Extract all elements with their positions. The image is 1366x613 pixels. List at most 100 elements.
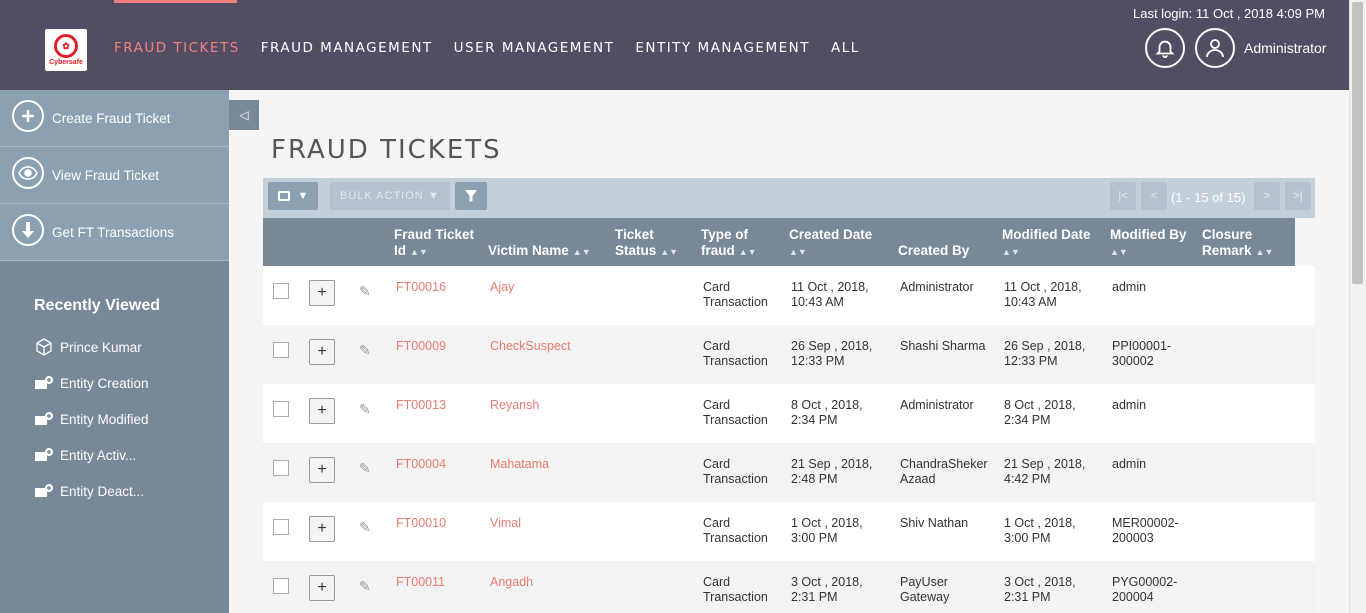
nav-entity-management[interactable]: ENTITY MANAGEMENT bbox=[635, 40, 810, 58]
sort-icon: ▲▼ bbox=[410, 247, 428, 257]
col-header-type-of-fraud[interactable]: Type of fraud ▲▼ bbox=[701, 227, 757, 260]
expand-row-button[interactable]: + bbox=[309, 457, 335, 483]
type-of-fraud: Card Transaction bbox=[703, 339, 768, 368]
user-avatar-icon[interactable] bbox=[1195, 28, 1235, 68]
fraud-ticket-id-link[interactable]: FT00013 bbox=[396, 398, 446, 413]
col-header-created-date[interactable]: Created Date ▲▼ bbox=[789, 227, 872, 260]
created-date: 21 Sep , 2018, 2:48 PM bbox=[791, 457, 873, 486]
scrollbar-thumb[interactable] bbox=[1352, 2, 1363, 284]
pencil-edit-icon[interactable]: ✎ bbox=[359, 460, 375, 476]
nav-user-management[interactable]: USER MANAGEMENT bbox=[454, 40, 615, 58]
modified-by: admin bbox=[1112, 398, 1147, 412]
create-fraud-ticket-button[interactable]: Create Fraud Ticket bbox=[0, 90, 229, 147]
row-checkbox[interactable] bbox=[273, 401, 289, 417]
col-header-modified-date[interactable]: Modified Date ▲▼ bbox=[1002, 227, 1091, 260]
recent-item-entity-creation[interactable]: Entity Creation bbox=[34, 374, 149, 392]
modified-by: PYG00002- 200004 bbox=[1112, 575, 1178, 604]
previous-page-button[interactable]: < bbox=[1141, 182, 1167, 210]
recently-viewed-title: Recently Viewed bbox=[34, 297, 160, 314]
expand-row-button[interactable]: + bbox=[309, 516, 335, 542]
sort-icon: ▲▼ bbox=[660, 247, 679, 257]
view-fraud-ticket-label: View Fraud Ticket bbox=[52, 168, 160, 183]
get-ft-transactions-button[interactable]: Get FT Transactions bbox=[0, 204, 229, 261]
expand-row-button[interactable]: + bbox=[309, 339, 335, 365]
fraud-ticket-id-link[interactable]: FT00011 bbox=[396, 575, 445, 590]
recent-item-entity-deactivation[interactable]: Entity Deact... bbox=[34, 482, 144, 500]
table-row[interactable]: + ✎ FT00011 Angadh Card Transaction 3 Oct… bbox=[263, 561, 1315, 613]
victim-name-link[interactable]: Reyansh bbox=[490, 398, 539, 413]
modified-by: admin bbox=[1112, 280, 1147, 294]
created-date: 26 Sep , 2018, 12:33 PM bbox=[791, 339, 873, 368]
victim-name-link[interactable]: CheckSuspect bbox=[490, 339, 571, 354]
pencil-edit-icon[interactable]: ✎ bbox=[359, 578, 375, 594]
select-all-dropdown[interactable]: ▼ bbox=[268, 182, 318, 210]
sort-icon: ▲▼ bbox=[572, 247, 591, 257]
victim-name-link[interactable]: Angadh bbox=[490, 575, 533, 590]
created-by: Administrator bbox=[900, 398, 974, 412]
recent-item-entity-modified[interactable]: Entity Modified bbox=[34, 410, 149, 428]
pencil-edit-icon[interactable]: ✎ bbox=[359, 519, 375, 535]
notifications-bell-icon[interactable] bbox=[1145, 28, 1185, 68]
recent-item-label: Entity Modified bbox=[60, 411, 149, 427]
created-by: Shiv Nathan bbox=[900, 516, 969, 530]
last-page-button[interactable]: >| bbox=[1285, 182, 1311, 210]
type-of-fraud: Card Transaction bbox=[703, 575, 768, 604]
first-page-button[interactable]: |< bbox=[1110, 182, 1136, 210]
table-row[interactable]: + ✎ FT00004 Mahatama Card Transaction 21 … bbox=[263, 443, 1315, 502]
top-bar: ✿ Cybersafe FRAUD TICKETS FRAUD MANAGEME… bbox=[0, 0, 1366, 90]
cybersafe-logo[interactable]: ✿ Cybersafe bbox=[45, 29, 87, 71]
cube-icon bbox=[34, 338, 54, 356]
pencil-edit-icon[interactable]: ✎ bbox=[359, 342, 375, 358]
table-row[interactable]: + ✎ FT00016 Ajay Card Transaction 11 Oct … bbox=[263, 266, 1315, 325]
col-header-created-by[interactable]: Created By bbox=[898, 243, 969, 259]
col-header-closure-remark[interactable]: Closure Remark ▲▼ bbox=[1202, 227, 1273, 260]
col-header-modified-by[interactable]: Modified By ▲▼ bbox=[1110, 227, 1187, 260]
recent-item-prince-kumar[interactable]: Prince Kumar bbox=[34, 338, 142, 356]
nav-fraud-tickets[interactable]: FRAUD TICKETS bbox=[114, 40, 240, 58]
last-login-text: Last login: 11 Oct , 2018 4:09 PM bbox=[1133, 6, 1325, 21]
created-date: 3 Oct , 2018, 2:31 PM bbox=[791, 575, 863, 604]
expand-row-button[interactable]: + bbox=[309, 575, 335, 601]
pencil-edit-icon[interactable]: ✎ bbox=[359, 283, 375, 299]
recent-item-label: Prince Kumar bbox=[60, 339, 142, 355]
created-date: 8 Oct , 2018, 2:34 PM bbox=[791, 398, 863, 427]
modified-by: PPI00001- 300002 bbox=[1112, 339, 1172, 368]
table-row[interactable]: + ✎ FT00009 CheckSuspect Card Transaction… bbox=[263, 325, 1315, 384]
expand-row-button[interactable]: + bbox=[309, 398, 335, 424]
filter-icon bbox=[465, 190, 477, 202]
fraud-ticket-id-link[interactable]: FT00016 bbox=[396, 280, 446, 295]
col-header-fraud-ticket-id[interactable]: Fraud Ticket Id ▲▼ bbox=[394, 227, 474, 260]
row-checkbox[interactable] bbox=[273, 460, 289, 476]
next-page-button[interactable]: > bbox=[1254, 182, 1280, 210]
row-checkbox[interactable] bbox=[273, 578, 289, 594]
nav-all[interactable]: ALL bbox=[831, 40, 860, 58]
filter-button[interactable] bbox=[455, 182, 487, 210]
collapse-sidebar-button[interactable]: ◁ bbox=[229, 100, 259, 130]
row-checkbox[interactable] bbox=[273, 342, 289, 358]
table-row[interactable]: + ✎ FT00010 Vimal Card Transaction 1 Oct … bbox=[263, 502, 1315, 561]
pencil-edit-icon[interactable]: ✎ bbox=[359, 401, 375, 417]
fraud-ticket-id-link[interactable]: FT00009 bbox=[396, 339, 446, 354]
checkbox-icon bbox=[277, 191, 290, 201]
nav-fraud-management[interactable]: FRAUD MANAGEMENT bbox=[261, 40, 433, 58]
view-fraud-ticket-button[interactable]: View Fraud Ticket bbox=[0, 147, 229, 204]
col-header-victim-name[interactable]: Victim Name ▲▼ bbox=[488, 243, 591, 260]
recent-item-entity-activation[interactable]: Entity Activ... bbox=[34, 446, 136, 464]
bulk-action-button[interactable]: BULK ACTION ▼ bbox=[330, 182, 450, 210]
fraud-ticket-id-link[interactable]: FT00004 bbox=[396, 457, 446, 472]
modified-by: admin bbox=[1112, 457, 1147, 471]
username[interactable]: Administrator bbox=[1244, 40, 1326, 56]
victim-name-link[interactable]: Vimal bbox=[490, 516, 521, 531]
row-checkbox[interactable] bbox=[273, 283, 289, 299]
recent-item-label: Entity Deact... bbox=[60, 483, 145, 499]
victim-name-link[interactable]: Ajay bbox=[490, 280, 514, 295]
eye-icon bbox=[12, 157, 44, 189]
row-checkbox[interactable] bbox=[273, 519, 289, 535]
created-by: Shashi Sharma bbox=[900, 339, 986, 353]
fraud-ticket-id-link[interactable]: FT00010 bbox=[396, 516, 446, 531]
col-header-ticket-status[interactable]: Ticket Status ▲▼ bbox=[615, 227, 678, 260]
page-scrollbar[interactable] bbox=[1349, 0, 1366, 613]
expand-row-button[interactable]: + bbox=[309, 280, 335, 306]
victim-name-link[interactable]: Mahatama bbox=[490, 457, 549, 472]
table-row[interactable]: + ✎ FT00013 Reyansh Card Transaction 8 Oc… bbox=[263, 384, 1315, 443]
